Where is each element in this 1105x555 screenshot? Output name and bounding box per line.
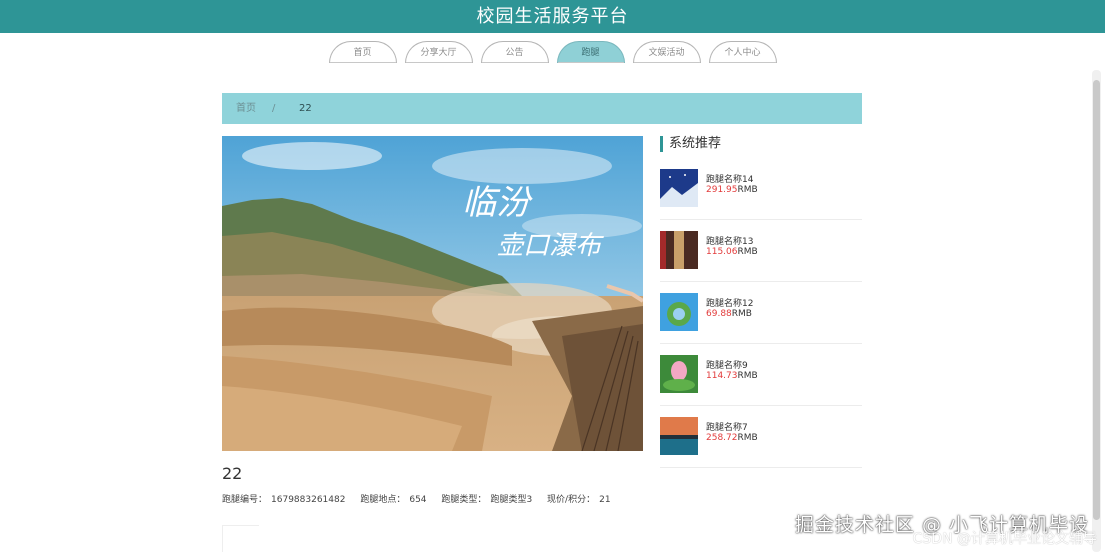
recommend-name[interactable]: 跑腿名称12 (706, 296, 753, 309)
scrollbar-thumb[interactable] (1093, 80, 1100, 520)
errand-location-value: 654 (409, 495, 427, 505)
tab-errands[interactable]: 跑腿 (556, 41, 625, 63)
errand-price-value: 21 (599, 495, 611, 505)
recommend-thumb[interactable] (660, 293, 698, 331)
recommend-name[interactable]: 跑腿名称9 (706, 358, 748, 371)
recommend-thumb[interactable] (660, 355, 698, 393)
tab-home[interactable]: 首页 (328, 41, 397, 63)
main-nav: 首页 分享大厅 公告 跑腿 文娱活动 个人中心 (0, 41, 1105, 65)
tab-personal-center[interactable]: 个人中心 (708, 41, 777, 63)
recommend-price: 258.72RMB (706, 433, 758, 443)
breadcrumb: 首页 / 22 (222, 93, 862, 124)
tab-entertainment[interactable]: 文娱活动 (632, 41, 701, 63)
recommend-thumb[interactable] (660, 231, 698, 269)
recommend-thumb[interactable] (660, 169, 698, 207)
errand-id-value: 1679883261482 (271, 495, 346, 505)
recommend-price: 291.95RMB (706, 185, 758, 195)
errand-price-label: 现价/积分： (547, 495, 596, 505)
recommend-item-1[interactable]: 跑腿名称14 291.95RMB (660, 159, 862, 220)
recommend-price: 69.88RMB (706, 309, 752, 319)
watermark-csdn: CSDN @计算机毕业论文辅导 (912, 531, 1097, 547)
site-header: 校园生活服务平台 (0, 0, 1105, 33)
recommend-price: 115.06RMB (706, 247, 758, 257)
item-main-image: 临汾 壶口瀑布 (222, 136, 643, 451)
breadcrumb-separator: / (272, 103, 276, 114)
recommend-thumb[interactable] (660, 417, 698, 455)
recommend-price: 114.73RMB (706, 371, 758, 381)
recommend-item-5[interactable]: 跑腿名称7 258.72RMB (660, 407, 862, 468)
errand-id-label: 跑腿编号： (222, 495, 268, 505)
tab-share-hall[interactable]: 分享大厅 (404, 41, 473, 63)
tab-announcement[interactable]: 公告 (480, 41, 549, 63)
errand-type-label: 跑腿类型： (441, 495, 487, 505)
item-meta: 跑腿编号： 1679883261482 跑腿地点： 654 跑腿类型： 跑腿类型3 现… (222, 492, 615, 505)
item-title: 22 (222, 464, 243, 483)
recommend-list: 跑腿名称14 291.95RMB 跑腿名称13 115.06RMB 跑腿名称12… (660, 159, 862, 469)
recommend-item-4[interactable]: 跑腿名称9 114.73RMB (660, 345, 862, 406)
breadcrumb-current: 22 (299, 103, 312, 114)
errand-type-value: 跑腿类型3 (490, 495, 533, 505)
site-title: 校园生活服务平台 (476, 6, 629, 27)
errand-location-label: 跑腿地点： (360, 495, 406, 505)
hero-calligraphy-line2: 壶口瀑布 (497, 231, 604, 261)
waterfall-photo: 临汾 壶口瀑布 (222, 136, 643, 451)
breadcrumb-home-link[interactable]: 首页 (236, 93, 256, 124)
recommend-name[interactable]: 跑腿名称13 (706, 234, 753, 247)
recommend-item-2[interactable]: 跑腿名称13 115.06RMB (660, 221, 862, 282)
comment-box-edge (222, 525, 259, 552)
recommend-name[interactable]: 跑腿名称7 (706, 420, 748, 433)
recommend-item-3[interactable]: 跑腿名称12 69.88RMB (660, 283, 862, 344)
recommend-name[interactable]: 跑腿名称14 (706, 172, 753, 185)
recommend-title: 系统推荐 (660, 136, 721, 152)
hero-calligraphy-line1: 临汾 (462, 183, 533, 223)
